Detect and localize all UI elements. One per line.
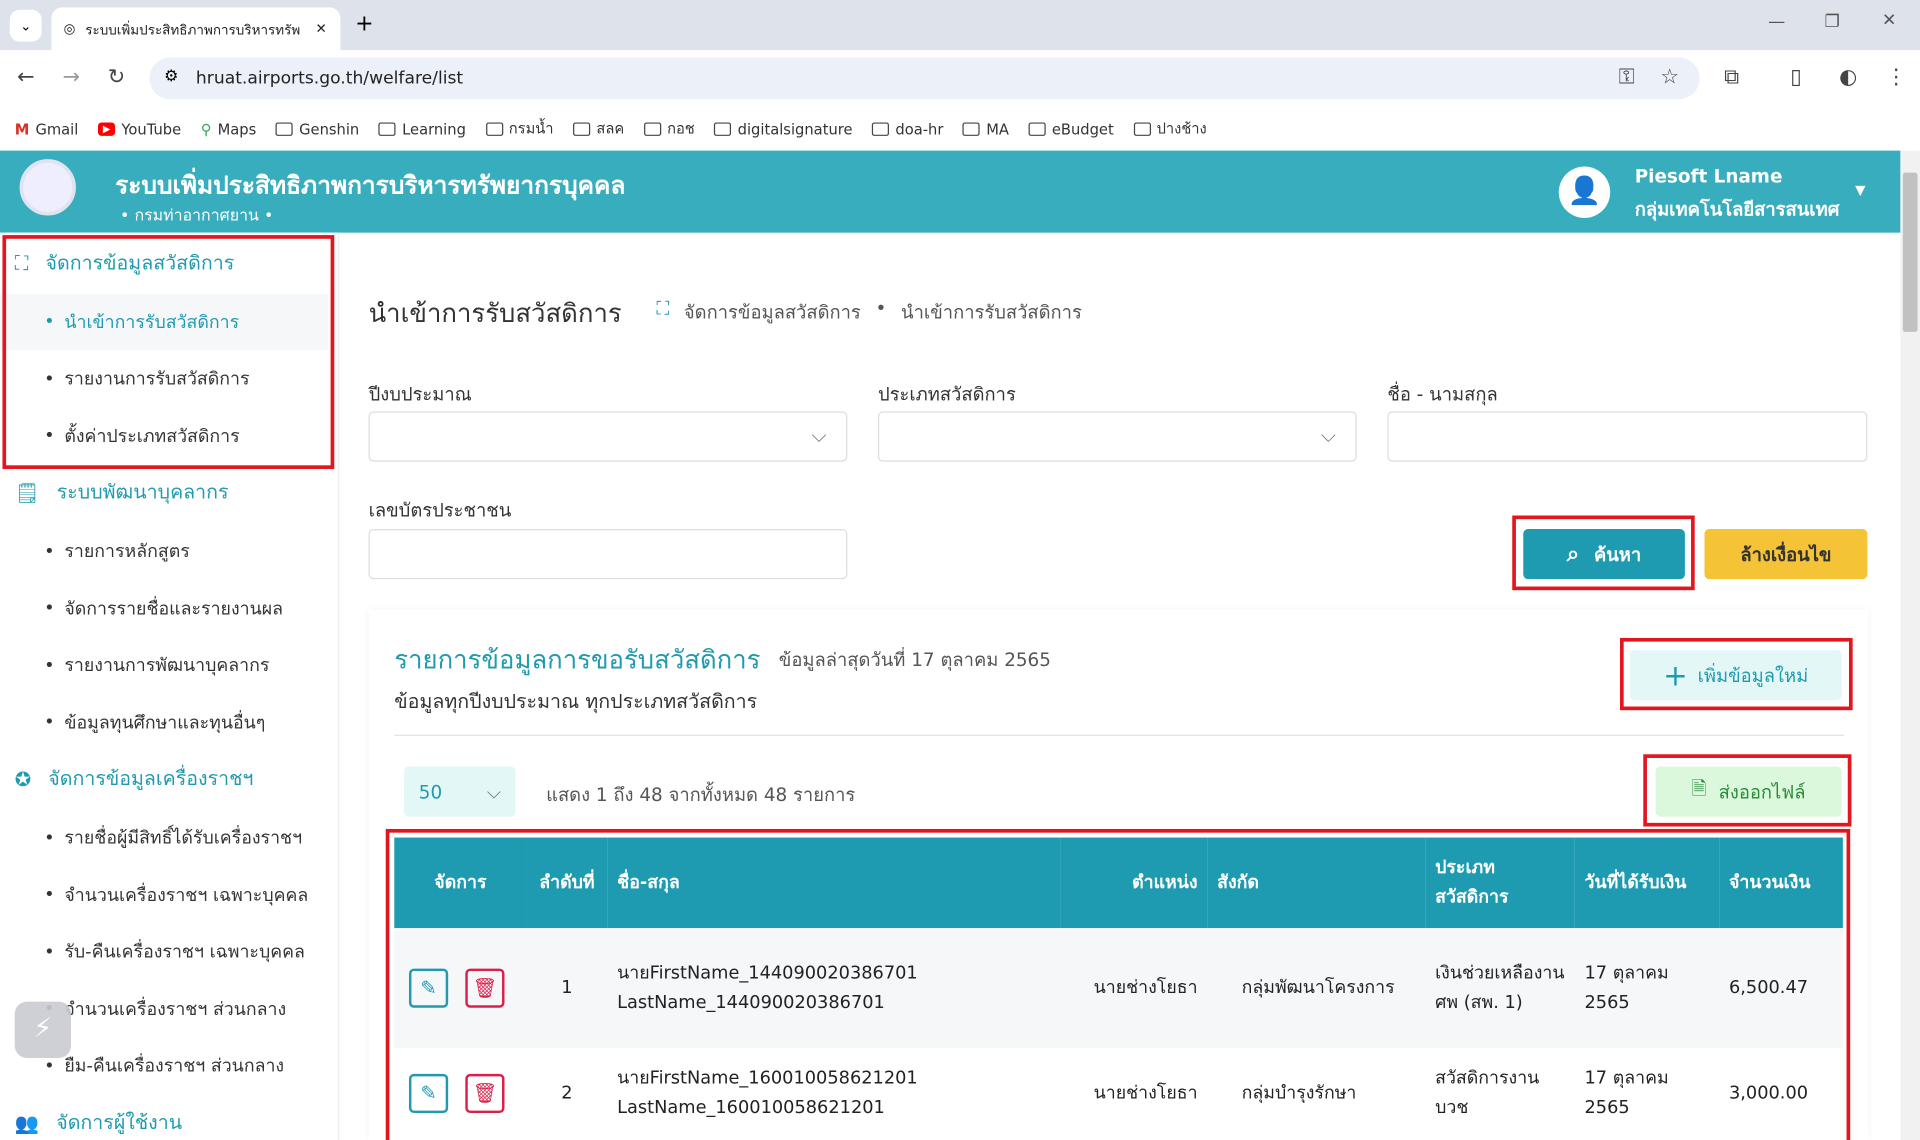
sidebar-item[interactable]: รายงานการพัฒนาบุคลากร [0, 637, 339, 693]
name-input[interactable] [1387, 411, 1868, 462]
bookmark-item[interactable]: สลค [573, 118, 624, 141]
logo [19, 159, 76, 216]
bookmark-item[interactable]: Learning [378, 121, 466, 138]
minimize-button[interactable]: — [1768, 12, 1785, 32]
folder-icon [378, 122, 396, 136]
page-title: นำเข้าการรับสวัสดิการ [368, 298, 622, 329]
folder-icon [643, 122, 661, 136]
folder-icon [1133, 122, 1151, 136]
highlight-box [1643, 754, 1852, 827]
close-tab-icon[interactable]: ✕ [315, 21, 326, 37]
name-label: ชื่อ - นามสกุล [1387, 383, 1498, 406]
welfare-type-label: ประเภทสวัสดิการ [877, 383, 1016, 406]
favicon-icon: ◎ [63, 20, 76, 37]
folder-icon [1028, 122, 1046, 136]
last-updated: ข้อมูลล่าสุดวันที่ 17 ตุลาคม 2565 [778, 648, 1051, 672]
highlight-box [385, 828, 1851, 1140]
user-dept: กลุ่มเทคโนโลยีสารสนเทศ [1634, 198, 1840, 221]
id-label: เลขบัตรประชาชน [368, 499, 512, 522]
sidebar-group[interactable]: 🗒 ระบบพัฒนาบุคลากร [0, 467, 339, 518]
folder-icon [275, 122, 294, 136]
tab-list-button[interactable]: ⌄ [9, 9, 42, 42]
forward-icon[interactable]: → [62, 65, 79, 89]
budget-year-select[interactable]: ⌵ [368, 411, 848, 462]
site-info-icon[interactable]: ⚙ [164, 67, 178, 85]
folder-icon [962, 122, 981, 136]
sidebar-group[interactable]: ✪ จัดการข้อมูลเครื่องราชฯ [0, 754, 339, 805]
floating-tool-button[interactable]: ⚡ [14, 1001, 72, 1058]
maps-icon: ⚲ [200, 120, 212, 138]
list-title: รายการข้อมูลการขอรับสวัสดิการ [394, 645, 761, 675]
app-title: ระบบเพิ่มประสิทธิภาพการบริหารทรัพยากรบุค… [115, 170, 626, 200]
users-icon: 👥 [14, 1111, 40, 1135]
budget-year-label: ปีงบประมาณ [368, 383, 472, 406]
restore-button[interactable]: ❐ [1824, 12, 1839, 32]
divider [394, 734, 1845, 736]
certificate-icon: 🗒 [14, 481, 40, 505]
welfare-icon: ⛶ [656, 297, 670, 320]
app-subtitle: • กรมท่าอากาศยาน • [120, 206, 274, 226]
reload-icon[interactable]: ↻ [108, 65, 125, 89]
breadcrumb: ⛶ จัดการข้อมูลสวัสดิการ • นำเข้าการรับสว… [656, 298, 1082, 327]
breadcrumb-item[interactable]: จัดการข้อมูลสวัสดิการ [684, 298, 861, 327]
bookmark-item[interactable]: MA [962, 121, 1009, 138]
highlight-box [1620, 637, 1853, 711]
breadcrumb-item: นำเข้าการรับสวัสดิการ [901, 301, 1082, 324]
user-name: Piesoft Lname [1634, 165, 1783, 188]
bookmark-item[interactable]: ⚲ Maps [201, 121, 257, 138]
bookmark-item[interactable]: กอช [643, 118, 695, 141]
list-subtitle: ข้อมูลทุกปีงบประมาณ ทุกประเภทสวัสดิการ [394, 689, 758, 713]
app-header: ระบบเพิ่มประสิทธิภาพการบริหารทรัพยากรบุค… [0, 150, 1901, 233]
gmail-icon: M [14, 120, 30, 138]
new-tab-button[interactable]: + [355, 11, 373, 37]
back-icon[interactable]: ← [17, 65, 34, 89]
extensions-icon[interactable]: ⧉ [1724, 65, 1739, 89]
welfare-type-select[interactable]: ⌵ [877, 411, 1357, 462]
highlight-box [2, 235, 335, 469]
star-icon[interactable]: ☆ [1660, 65, 1679, 89]
folder-icon [485, 122, 503, 136]
bookmark-item[interactable]: กรมน้ำ [485, 118, 554, 141]
folder-icon [573, 122, 591, 136]
clear-button[interactable]: ล้างเงื่อนไข [1704, 528, 1868, 580]
sidebar-item[interactable]: รายการหลักสูตร [0, 523, 339, 579]
browser-tab-bar: ⌄ ◎ ระบบเพิ่มประสิทธิภาพการบริหารทรัพ ✕ + … [0, 0, 1920, 51]
user-menu-chevron-icon[interactable]: ▼ [1855, 182, 1865, 198]
chevron-down-icon: ⌵ [486, 780, 501, 803]
address-bar: ← → ↻ hruat.airports.go.th/welfare/list … [0, 50, 1920, 108]
menu-icon[interactable]: ⋮ [1886, 65, 1907, 89]
bookmark-item[interactable]: M Gmail [15, 121, 79, 138]
bookmark-item[interactable]: digitalsignature [714, 121, 853, 138]
sidebar-item[interactable]: จัดการรายชื่อและรายงานผล [0, 580, 339, 636]
scrollbar[interactable] [1900, 150, 1920, 1140]
page-size-select[interactable]: 50 ⌵ [404, 766, 516, 817]
list-summary: แสดง 1 ถึง 48 จากทั้งหมด 48 รายการ [546, 783, 856, 806]
sidebar-item[interactable]: จำนวนเครื่องราชฯ เฉพาะบุคคล [0, 867, 339, 923]
avatar[interactable]: 👤 [1558, 166, 1611, 218]
bookmark-item[interactable]: Genshin [275, 121, 359, 138]
side-panel-icon[interactable]: ▯ [1790, 65, 1801, 89]
folder-icon [872, 122, 890, 136]
medal-icon: ✪ [14, 767, 32, 792]
url-input[interactable]: hruat.airports.go.th/welfare/list [149, 57, 1700, 100]
folder-icon [714, 122, 732, 136]
sidebar-item[interactable]: รับ-คืนเครื่องราชฯ เฉพาะบุคคล [0, 924, 339, 980]
key-icon[interactable]: ⚿ [1619, 65, 1635, 89]
id-input[interactable] [368, 528, 848, 580]
youtube-icon: ▶ [97, 122, 116, 136]
bookmarks-bar: M Gmail ▶ YouTube ⚲ Maps Genshin Learning กรมน้ำ… [0, 107, 1920, 151]
bookmark-item[interactable]: ปางช้าง [1133, 118, 1207, 141]
bookmark-item[interactable]: doa-hr [872, 121, 943, 138]
bookmark-item[interactable]: ▶ YouTube [97, 121, 181, 138]
chevron-down-icon: ⌵ [811, 423, 827, 447]
sidebar-group[interactable]: 👥 จัดการผู้ใช้งาน [0, 1097, 339, 1140]
sidebar-item[interactable]: ข้อมูลทุนศึกษาและทุนอื่นๆ [0, 694, 339, 750]
highlight-box [1512, 515, 1695, 591]
sidebar-item[interactable]: รายชื่อผู้มีสิทธิ์ได้รับเครื่องราชฯ [0, 810, 339, 866]
close-window-button[interactable]: ✕ [1882, 11, 1896, 31]
browser-tab[interactable]: ◎ ระบบเพิ่มประสิทธิภาพการบริหารทรัพ ✕ [51, 7, 341, 51]
bookmark-item[interactable]: eBudget [1028, 121, 1114, 138]
chevron-down-icon: ⌵ [1321, 423, 1336, 447]
profile-icon[interactable]: ◐ [1839, 65, 1857, 89]
